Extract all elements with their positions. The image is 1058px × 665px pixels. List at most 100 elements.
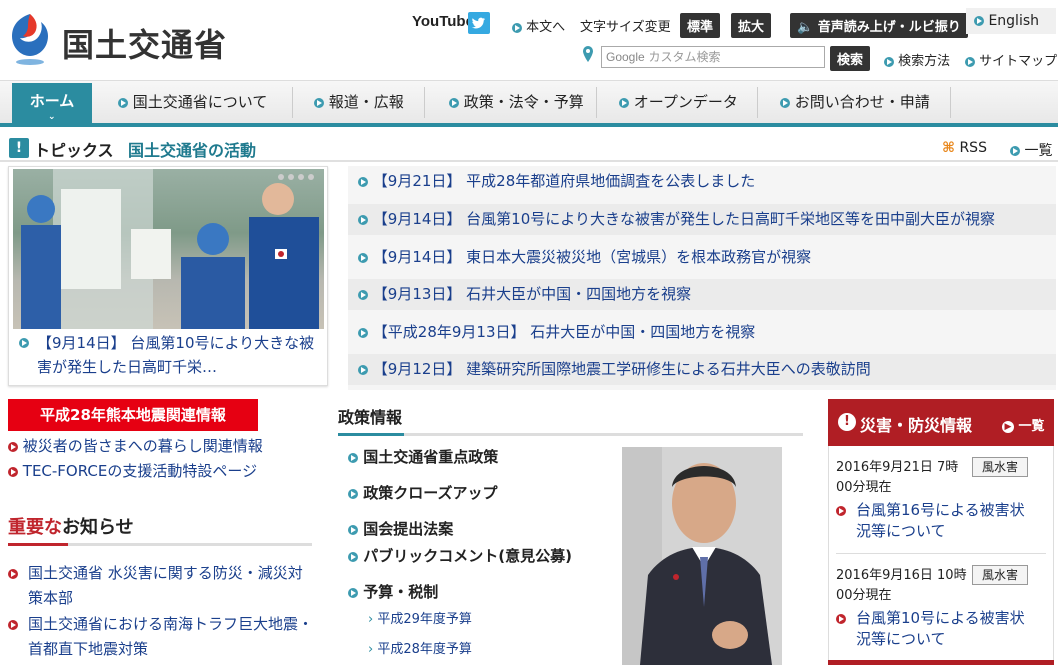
topic-item[interactable]: 【9月13日】 石井大臣が中国・四国地方を視察 (348, 279, 1056, 310)
arrow-circle-icon (358, 364, 368, 375)
notice-item[interactable]: 国土交通省における南海トラフ巨大地震・ 首都直下地震対策 (8, 612, 318, 662)
kumamoto-link[interactable]: TEC-FORCEの支援活動特設ページ (8, 460, 257, 481)
mlit-logo-icon (12, 14, 48, 65)
policy-divider (338, 433, 803, 436)
chevron-right-icon: › (368, 612, 374, 627)
topics-label: トピックス (34, 141, 114, 160)
notices-divider-accent (8, 543, 68, 546)
font-large-button[interactable]: 拡大 (731, 13, 772, 38)
policy-title: 政策情報 (338, 408, 403, 427)
topic-item[interactable]: 【9月12日】 建築研究所国際地震工学研修生による石井大臣への表敬訪問 (348, 354, 1056, 385)
topics-feature-caption-row[interactable]: 【9月14日】 台風第10号により大きな被害が発生した日高町千栄… (19, 331, 319, 379)
policy-subitem[interactable]: › 平成28年度予算 (368, 638, 472, 657)
topics-divider (0, 160, 1058, 162)
nav-divider (292, 87, 293, 118)
policy-item[interactable]: 国会提出法案 (348, 518, 453, 539)
disaster-tag: 風水害 (972, 457, 1028, 477)
rss-link[interactable]: ⌘ RSS (942, 140, 987, 156)
policy-item[interactable]: パブリックコメント(意見公募) (348, 545, 572, 566)
arrow-circle-icon (449, 97, 459, 108)
topic-item[interactable]: 【平成28年9月13日】 石井大臣が中国・四国地方を視察 (348, 317, 1056, 348)
youtube-link[interactable]: YouTube (412, 13, 474, 35)
arrow-circle-icon (974, 16, 984, 26)
nav-item-policy[interactable]: 政策・法令・予算 (449, 81, 584, 124)
disaster-title: 災害・防災情報 (860, 416, 973, 435)
arrow-circle-icon (8, 620, 18, 630)
rss-icon: ⌘ (942, 140, 955, 156)
nav-item-opendata[interactable]: オープンデータ (619, 81, 738, 124)
topic-item[interactable]: 【9月14日】 台風第10号により大きな被害が発生した日高町千栄地区等を田中副大… (348, 204, 1056, 235)
google-label: Google (606, 50, 645, 64)
chevron-right-icon: › (368, 642, 374, 657)
warning-icon: ! (838, 413, 856, 431)
arrow-circle-icon (8, 441, 18, 452)
disaster-tag: 風水害 (972, 565, 1028, 585)
arrow-circle-icon (358, 214, 368, 225)
youtube-logo: YouTube (412, 13, 474, 30)
font-size-label: 文字サイズ変更 (580, 20, 671, 35)
global-nav: ホーム ⌄ 国土交通省について 報道・広報 政策・法令・予算 オープンデータ お… (0, 80, 1058, 127)
skip-to-content-link[interactable]: 本文へ (512, 16, 565, 35)
arrow-circle-icon (314, 97, 324, 108)
nav-divider (596, 87, 597, 118)
arrow-circle-icon (358, 176, 368, 187)
arrow-circle-icon (836, 506, 846, 516)
notice-item[interactable]: 国土交通省 水災害に関する防災・減災対 策本部 (8, 561, 318, 611)
font-standard-button[interactable]: 標準 (680, 13, 721, 38)
disaster-bottom-bar (828, 660, 1054, 665)
topics-badge-icon: ! (9, 138, 29, 158)
arrow-circle-icon (358, 289, 368, 300)
arrow-circle-icon (358, 327, 368, 338)
topics-title: 国土交通省の活動 (128, 141, 257, 160)
location-pin-icon (582, 46, 594, 62)
policy-item[interactable]: 国土交通省重点政策 (348, 446, 498, 467)
arrow-circle-icon (348, 551, 358, 562)
disaster-divider (836, 553, 1046, 554)
topic-item[interactable]: 【9月21日】 平成28年都道府県地価調査を公表しました (348, 166, 1056, 197)
kumamoto-link[interactable]: 被災者の皆さまへの暮らし関連情報 (8, 435, 263, 456)
kumamoto-banner[interactable]: 平成28年熊本地震関連情報 (8, 399, 258, 431)
policy-item[interactable]: 予算・税制 (348, 581, 438, 602)
topic-item[interactable]: 【9月14日】 東日本大震災被災地（宮城県）を根本政務官が視察 (348, 242, 1056, 273)
arrow-circle-icon (512, 22, 522, 33)
nav-item-press[interactable]: 報道・広報 (314, 81, 404, 124)
minister-photo[interactable] (622, 447, 782, 665)
site-name[interactable]: 国土交通省 (62, 20, 227, 66)
mlit-logo[interactable] (8, 12, 52, 68)
topics-feature-caption[interactable]: 【9月14日】 台風第10号により大きな被害が発生した日高町千栄… (19, 331, 319, 379)
english-link[interactable]: English (966, 8, 1056, 34)
policy-subitem[interactable]: › 平成29年度予算 (368, 608, 472, 627)
voice-reading-button[interactable]: 🔈 音声読み上げ・ルビ振り (790, 13, 968, 38)
chevron-down-icon: ⌄ (48, 112, 56, 122)
search-placeholder: カスタム検索 (648, 50, 721, 64)
arrow-circle-icon (8, 569, 18, 579)
arrow-circle-icon (348, 452, 358, 463)
topics-feature-card[interactable]: 【9月14日】 台風第10号により大きな被害が発生した日高町千栄… (8, 166, 328, 386)
topics-list-link[interactable]: 一覧 (1010, 140, 1052, 160)
disaster-list-link[interactable]: ▶ 一覧 (1002, 415, 1045, 434)
arrow-circle-icon (619, 97, 629, 108)
arrow-circle-icon (348, 524, 358, 535)
nav-item-contact[interactable]: お問い合わせ・申請 (780, 81, 930, 124)
nav-divider (424, 87, 425, 118)
arrow-circle-icon (348, 587, 358, 598)
twitter-icon[interactable] (468, 12, 490, 34)
nav-divider (950, 87, 951, 118)
search-method-link[interactable]: 検索方法 (884, 50, 950, 69)
site-header: 国土交通省 YouTube 本文へ 文字サイズ変更 標準 拡大 🔈 音声読み上げ… (0, 0, 1058, 80)
sitemap-link[interactable]: サイトマップ (965, 50, 1057, 69)
policy-item[interactable]: 政策クローズアップ (348, 482, 498, 503)
nav-item-home[interactable]: ホーム ⌄ (12, 83, 92, 124)
search-button[interactable]: 検索 (830, 46, 871, 71)
disaster-status: 00分現在 (836, 588, 892, 603)
arrow-circle-icon (884, 56, 894, 67)
search-input[interactable]: Google カスタム検索 (601, 46, 825, 68)
arrow-circle-icon (1010, 146, 1020, 156)
arrow-circle-icon (348, 488, 358, 499)
arrow-circle-icon (118, 97, 128, 108)
nav-item-about[interactable]: 国土交通省について (118, 81, 267, 124)
arrow-circle-icon (358, 252, 368, 263)
disaster-status: 00分現在 (836, 480, 892, 495)
policy-divider-accent (338, 433, 404, 436)
disaster-header: ! 災害・防災情報 ▶ 一覧 (828, 399, 1054, 446)
